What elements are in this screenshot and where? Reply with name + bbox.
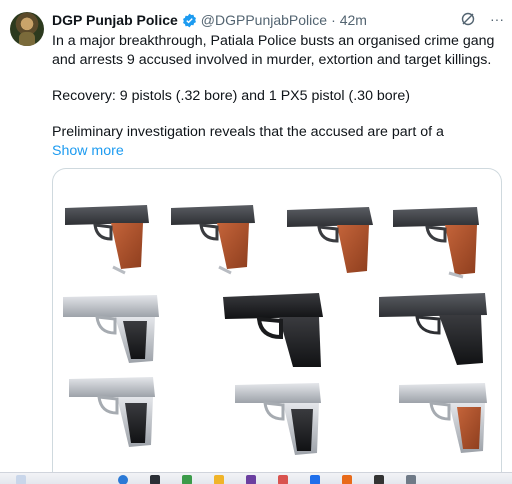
taskbar-app-icon[interactable] bbox=[118, 475, 128, 484]
avatar[interactable] bbox=[10, 12, 44, 46]
pistol-row2-3 bbox=[379, 293, 487, 365]
tweet-header: DGP Punjab Police @DGPPunjabPolice · 42m bbox=[52, 10, 367, 30]
tweet-text: In a major breakthrough, Patiala Police … bbox=[52, 32, 502, 161]
taskbar-app-icon[interactable] bbox=[214, 475, 224, 484]
author-name[interactable]: DGP Punjab Police bbox=[52, 12, 178, 28]
taskbar-app-icon[interactable] bbox=[16, 475, 26, 484]
tweet-paragraph-1: In a major breakthrough, Patiala Police … bbox=[52, 33, 495, 68]
pistol-row1-3 bbox=[287, 207, 373, 273]
timestamp[interactable]: 42m bbox=[340, 12, 367, 28]
pistol-row1-2 bbox=[171, 205, 255, 275]
pistol-row1-4 bbox=[393, 207, 479, 279]
pistols-photo bbox=[63, 205, 487, 455]
pistol-row2-2 bbox=[223, 293, 323, 367]
pistol-row3-2 bbox=[235, 383, 321, 455]
tweet-paragraph-2: Recovery: 9 pistols (.32 bore) and 1 PX5… bbox=[52, 88, 411, 104]
taskbar-app-icon[interactable] bbox=[278, 475, 288, 484]
tweet-media-image[interactable] bbox=[52, 168, 502, 472]
author-handle[interactable]: @DGPPunjabPolice bbox=[201, 12, 327, 28]
verified-badge-icon bbox=[182, 13, 196, 27]
taskbar-app-icon[interactable] bbox=[406, 475, 416, 484]
show-more-link[interactable]: Show more bbox=[52, 142, 502, 161]
header-separator: · bbox=[331, 12, 336, 28]
grok-icon[interactable] bbox=[460, 11, 476, 27]
more-options-icon[interactable]: ··· bbox=[490, 10, 504, 28]
taskbar-app-icon[interactable] bbox=[310, 475, 320, 484]
taskbar-app-icon[interactable] bbox=[246, 475, 256, 484]
taskbar-app-icon[interactable] bbox=[150, 475, 160, 484]
pistol-row2-1 bbox=[63, 295, 159, 363]
pistol-row3-3 bbox=[399, 383, 487, 453]
header-actions: ··· bbox=[460, 10, 504, 28]
taskbar-app-icon[interactable] bbox=[182, 475, 192, 484]
pistol-row1-1 bbox=[65, 205, 149, 275]
pistol-row3-1 bbox=[69, 377, 155, 447]
taskbar-app-icon[interactable] bbox=[342, 475, 352, 484]
tweet-paragraph-3: Preliminary investigation reveals that t… bbox=[52, 124, 444, 140]
taskbar-app-icon[interactable] bbox=[374, 475, 384, 484]
tweet[interactable]: DGP Punjab Police @DGPPunjabPolice · 42m… bbox=[0, 0, 512, 472]
os-taskbar bbox=[0, 472, 512, 484]
